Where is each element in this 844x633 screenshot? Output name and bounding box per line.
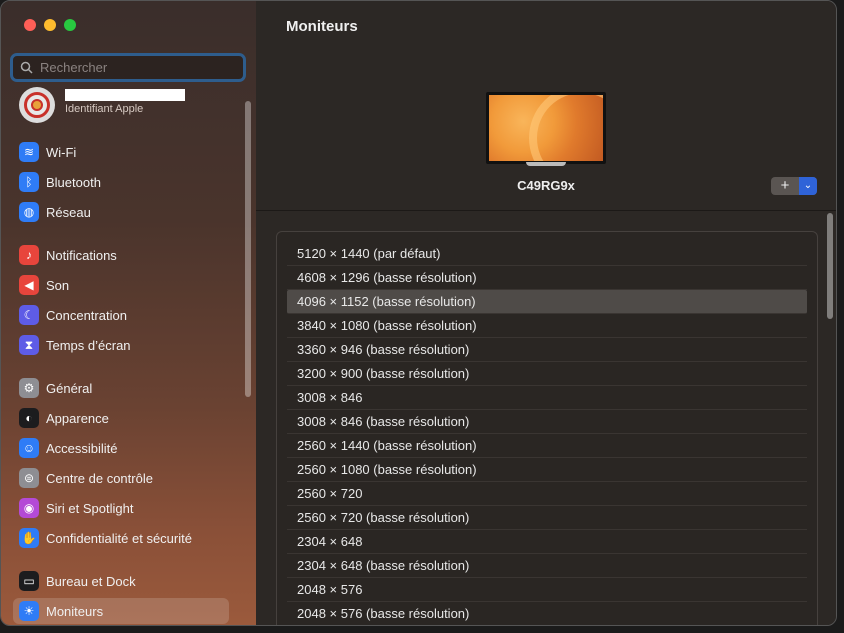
sidebar: Identifiant Apple ≋ Wi-Fi ᛒ Bluetooth ◍ Résea…	[1, 1, 257, 625]
dock-icon: ▭	[19, 571, 39, 591]
sidebar-item-label: Réseau	[46, 204, 91, 220]
sidebar-item-centre-de-contr-le[interactable]: ⊜ Centre de contrôle	[13, 465, 229, 491]
sidebar-item-accessibilit-[interactable]: ☺ Accessibilité	[13, 435, 229, 461]
sidebar-item-g-n-ral[interactable]: ⚙ Général	[13, 375, 229, 401]
sidebar-item-notifications[interactable]: ♪ Notifications	[13, 242, 229, 268]
add-display-button[interactable]: + ⌄	[771, 177, 817, 195]
hourglass-icon: ⧗	[19, 335, 39, 355]
monitor-preview[interactable]	[486, 92, 606, 166]
sidebar-item-label: Bluetooth	[46, 174, 101, 190]
sidebar-item-label: Notifications	[46, 247, 117, 263]
sidebar-item-label: Concentration	[46, 307, 127, 323]
resolution-option[interactable]: 2560 × 1080 (basse résolution)	[287, 458, 807, 482]
search-input[interactable]	[38, 59, 232, 76]
hand-icon: ✋	[19, 528, 39, 548]
resolution-option[interactable]: 3008 × 846 (basse résolution)	[287, 410, 807, 434]
resolution-option[interactable]: 3200 × 900 (basse résolution)	[287, 362, 807, 386]
resolution-option[interactable]: 2560 × 720 (basse résolution)	[287, 506, 807, 530]
globe-icon: ◍	[19, 202, 39, 222]
sidebar-item-label: Confidentialité et sécurité	[46, 530, 192, 546]
sidebar-item-temps-d-cran[interactable]: ⧗ Temps d’écran	[13, 332, 229, 358]
resolution-list: 5120 × 1440 (par défaut) 4608 × 1296 (bas…	[276, 231, 818, 625]
resolution-option[interactable]: 2560 × 720	[287, 482, 807, 506]
speaker-icon: ◀	[19, 275, 39, 295]
sidebar-item-apparence[interactable]: ◐ Apparence	[13, 405, 229, 431]
sidebar-item-label: Moniteurs	[46, 603, 104, 619]
avatar	[19, 87, 55, 123]
sidebar-item-label: Son	[46, 277, 70, 293]
divider	[256, 210, 836, 211]
page-title: Moniteurs	[286, 18, 358, 35]
sidebar-scrollbar[interactable]	[245, 101, 251, 397]
sidebar-item-moniteurs[interactable]: ☀ Moniteurs	[13, 598, 229, 624]
toggles-icon: ⊜	[19, 468, 39, 488]
monitor-screen	[486, 92, 606, 164]
close-button[interactable]	[24, 19, 36, 31]
monitor-name: C49RG9x	[517, 178, 575, 193]
chevron-down-icon[interactable]: ⌄	[799, 177, 817, 195]
sidebar-item-label: Centre de contrôle	[46, 470, 153, 486]
bluetooth-icon: ᛒ	[19, 172, 39, 192]
sidebar-item-label: Général	[46, 380, 93, 396]
resolution-option[interactable]: 3840 × 1080 (basse résolution)	[287, 314, 807, 338]
sidebar-item-label: Wi-Fi	[46, 144, 77, 160]
gear-icon: ⚙	[19, 378, 39, 398]
sidebar-item-label: Apparence	[46, 410, 109, 426]
sidebar-item-concentration[interactable]: ☾ Concentration	[13, 302, 229, 328]
minimize-button[interactable]	[44, 19, 56, 31]
siri-icon: ◉	[19, 498, 39, 518]
accessibility-icon: ☺	[19, 438, 39, 458]
sidebar-item-siri-et-spotlight[interactable]: ◉ Siri et Spotlight	[13, 495, 229, 521]
resolution-option[interactable]: 5120 × 1440 (par défaut)	[287, 242, 807, 266]
resolution-option[interactable]: 2304 × 648	[287, 530, 807, 554]
resolution-option[interactable]: 2560 × 1440 (basse résolution)	[287, 434, 807, 458]
settings-window: Identifiant Apple ≋ Wi-Fi ᛒ Bluetooth ◍ Résea…	[0, 0, 837, 626]
resolution-option[interactable]: 2304 × 648 (basse résolution)	[287, 554, 807, 578]
search-field[interactable]	[10, 53, 246, 82]
zoom-button[interactable]	[64, 19, 76, 31]
monitor-stand	[526, 162, 566, 166]
resolution-option[interactable]: 2048 × 576	[287, 578, 807, 602]
resolution-option[interactable]: 2048 × 576 (basse résolution)	[287, 602, 807, 625]
sidebar-item-label: Accessibilité	[46, 440, 118, 456]
sidebar-item-son[interactable]: ◀ Son	[13, 272, 229, 298]
appearance-icon: ◐	[19, 408, 39, 428]
sun-icon: ☀	[19, 601, 39, 621]
sidebar-item-label: Bureau et Dock	[46, 573, 136, 589]
search-icon	[20, 61, 33, 74]
wifi-icon: ≋	[19, 142, 39, 162]
resolution-option[interactable]: 4608 × 1296 (basse résolution)	[287, 266, 807, 290]
sidebar-item-r-seau[interactable]: ◍ Réseau	[13, 199, 229, 225]
resolution-option[interactable]: 3008 × 846	[287, 386, 807, 410]
sidebar-item-bureau-et-dock[interactable]: ▭ Bureau et Dock	[13, 568, 229, 594]
sidebar-item-label: Siri et Spotlight	[46, 500, 134, 516]
moon-icon: ☾	[19, 305, 39, 325]
sidebar-item-wi-fi[interactable]: ≋ Wi-Fi	[13, 139, 229, 165]
account-subtitle: Identifiant Apple	[65, 103, 144, 115]
apple-id-account[interactable]: Identifiant Apple	[19, 87, 249, 123]
redacted-name	[65, 89, 185, 101]
sidebar-item-label: Temps d’écran	[46, 337, 131, 353]
bell-icon: ♪	[19, 245, 39, 265]
resolution-option[interactable]: 4096 × 1152 (basse résolution)	[287, 290, 807, 314]
resolution-option[interactable]: 3360 × 946 (basse résolution)	[287, 338, 807, 362]
main-scrollbar[interactable]	[827, 213, 833, 319]
sidebar-item-bluetooth[interactable]: ᛒ Bluetooth	[13, 169, 229, 195]
sidebar-item-confidentialit-et-s-curit-[interactable]: ✋ Confidentialité et sécurité	[13, 525, 229, 551]
plus-icon[interactable]: +	[771, 177, 799, 195]
main-pane: Moniteurs C49RG9x + ⌄ 5120 × 1440 (par d…	[256, 1, 836, 625]
